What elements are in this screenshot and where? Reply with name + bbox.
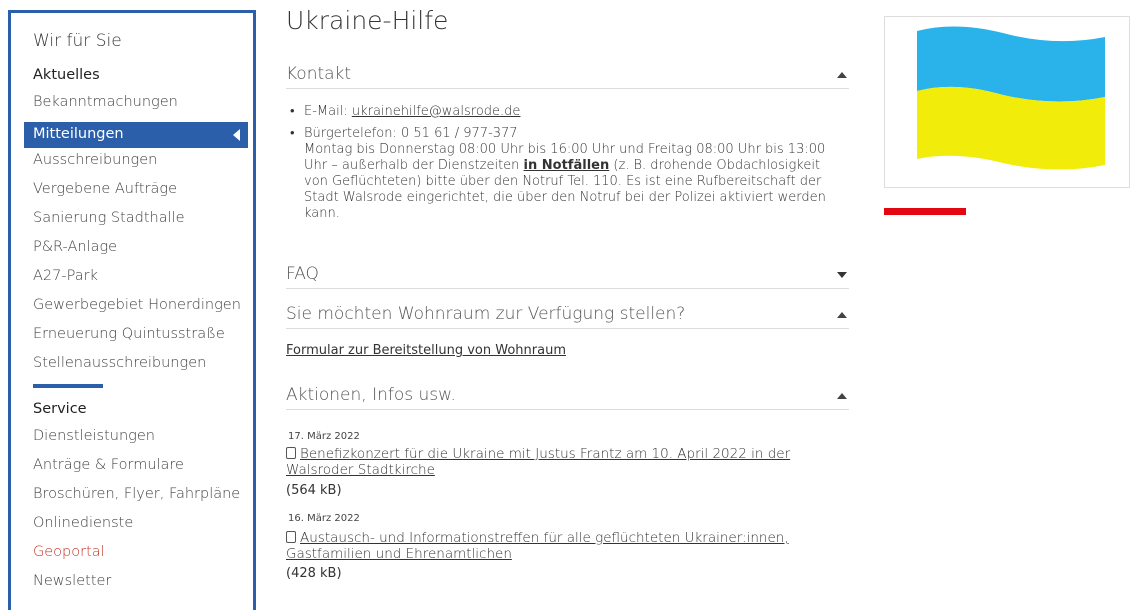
doc-date: 17. März 2022	[288, 431, 360, 442]
pdf-icon	[286, 447, 296, 459]
sidebar-item-antraege[interactable]: Anträge & Formulare	[33, 457, 184, 473]
accordion-wohnraum[interactable]: Sie möchten Wohnraum zur Verfügung stell…	[286, 302, 849, 329]
bullet-icon: •	[290, 126, 295, 141]
contact-list: • E-Mail: ukrainehilfe@walsrode.de • Bür…	[290, 104, 844, 226]
sidebar-item-broschueren[interactable]: Broschüren, Flyer, Fahrpläne	[33, 486, 240, 502]
email-link[interactable]: ukrainehilfe@walsrode.de	[352, 104, 521, 119]
caret-up-icon	[837, 72, 847, 78]
sidebar-item-onlinedienste[interactable]: Onlinedienste	[33, 515, 133, 531]
list-item-email: • E-Mail: ukrainehilfe@walsrode.de	[290, 104, 844, 120]
sidebar-item-mitteilungen[interactable]: Mitteilungen	[24, 122, 248, 148]
sidebar-item-vergebene-auftraege[interactable]: Vergebene Aufträge	[33, 181, 177, 197]
sidebar-divider	[33, 384, 103, 388]
sidebar-nav: Wir für Sie Aktuelles Bekanntmachungen M…	[8, 10, 256, 610]
sidebar-item-stellenausschreibungen[interactable]: Stellenausschreibungen	[33, 355, 206, 371]
sidebar-item-geoportal[interactable]: Geoportal	[33, 544, 105, 560]
sidebar-item-quintusstrasse[interactable]: Erneuerung Quintusstraße	[33, 326, 225, 342]
emergency-link[interactable]: in Notfällen	[524, 158, 610, 173]
accordion-kontakt-label: Kontakt	[286, 64, 352, 84]
sidebar-item-sanierung-stadthalle[interactable]: Sanierung Stadthalle	[33, 210, 185, 226]
accordion-aktionen[interactable]: Aktionen, Infos usw.	[286, 383, 849, 410]
flag-image-box	[884, 16, 1130, 188]
sidebar-section-aktuelles[interactable]: Aktuelles	[33, 67, 100, 83]
accent-bar	[884, 208, 966, 215]
sidebar-item-newsletter[interactable]: Newsletter	[33, 573, 111, 589]
sidebar-item-pr-anlage[interactable]: P&R-Anlage	[33, 239, 117, 255]
accordion-aktionen-label: Aktionen, Infos usw.	[286, 385, 456, 405]
caret-down-icon	[837, 272, 847, 278]
doc-link-label: Austausch- und Informationstreffen für a…	[286, 530, 789, 562]
sidebar-item-ausschreibungen[interactable]: Ausschreibungen	[33, 152, 157, 168]
hours-text: Montag bis Donnerstag 08:00 Uhr bis 16:0…	[304, 142, 844, 222]
email-label: E-Mail:	[304, 104, 352, 119]
sidebar-item-label: Mitteilungen	[33, 126, 124, 142]
accordion-wohnraum-label: Sie möchten Wohnraum zur Verfügung stell…	[286, 304, 686, 324]
caret-left-icon	[233, 129, 240, 141]
accordion-faq-label: FAQ	[286, 264, 319, 284]
bullet-icon: •	[290, 104, 295, 119]
sidebar-section-service[interactable]: Service	[33, 401, 87, 417]
page-title: Ukraine-Hilfe	[286, 6, 449, 35]
doc-link-label: Benefizkonzert für die Ukraine mit Justu…	[286, 446, 791, 478]
doc-size: (564 kB)	[286, 483, 342, 498]
doc-date: 16. März 2022	[288, 513, 360, 524]
accordion-faq[interactable]: FAQ	[286, 262, 849, 289]
sidebar-title: Wir für Sie	[33, 31, 122, 51]
doc-link[interactable]: Benefizkonzert für die Ukraine mit Justu…	[286, 446, 806, 478]
wohnraum-form-link[interactable]: Formular zur Bereitstellung von Wohnraum	[286, 343, 566, 358]
sidebar-item-bekanntmachungen[interactable]: Bekanntmachungen	[33, 94, 178, 110]
doc-size: (428 kB)	[286, 566, 342, 581]
sidebar-item-a27-park[interactable]: A27-Park	[33, 268, 98, 284]
caret-up-icon	[837, 393, 847, 399]
sidebar-item-gewerbegebiet[interactable]: Gewerbegebiet Honerdingen	[33, 297, 241, 313]
list-item-phone: • Bürgertelefon: 0 51 61 / 977-377 Monta…	[290, 126, 844, 222]
caret-up-icon	[837, 312, 847, 318]
ukraine-flag-icon	[917, 26, 1105, 170]
phone-line: Bürgertelefon: 0 51 61 / 977-377	[304, 126, 518, 141]
sidebar-item-dienstleistungen[interactable]: Dienstleistungen	[33, 428, 155, 444]
pdf-icon	[286, 531, 296, 543]
doc-link[interactable]: Austausch- und Informationstreffen für a…	[286, 530, 806, 562]
accordion-kontakt[interactable]: Kontakt	[286, 62, 849, 89]
